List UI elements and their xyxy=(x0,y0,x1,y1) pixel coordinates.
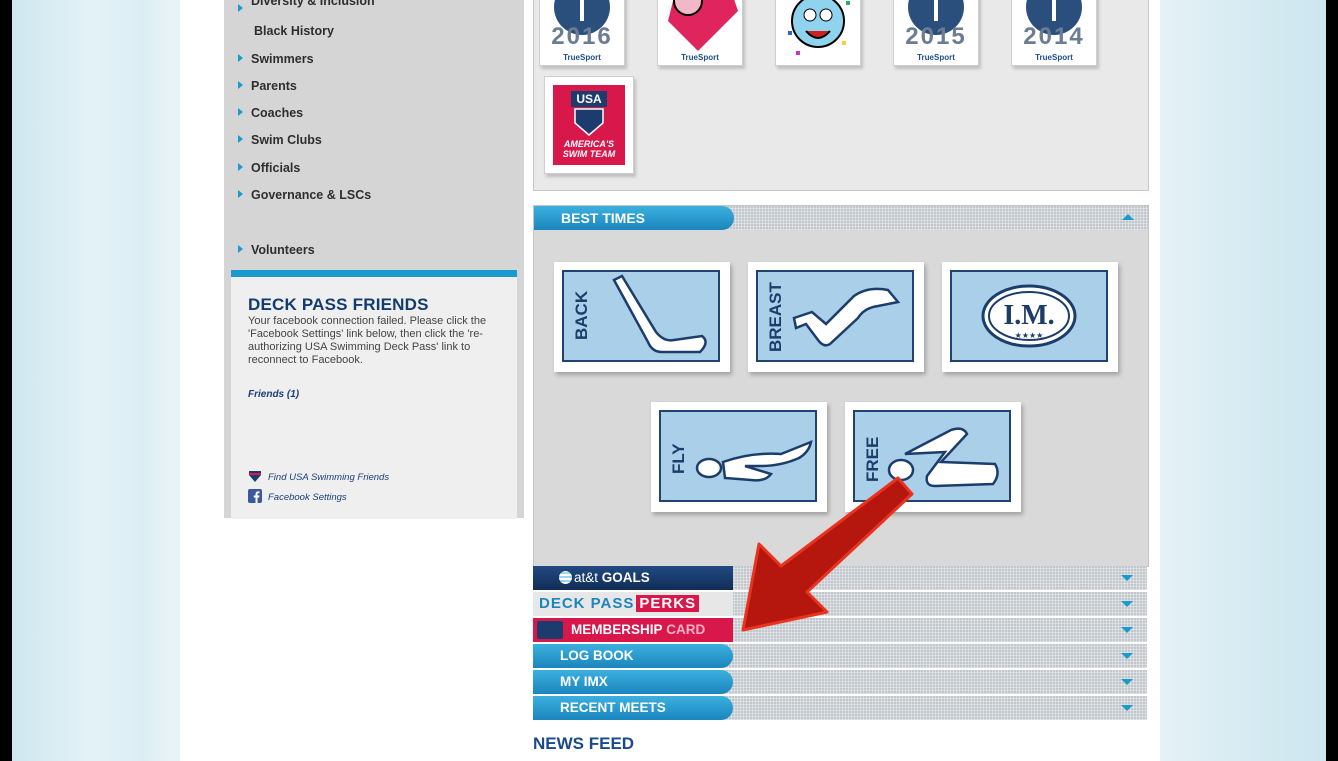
swimmer-shield-icon xyxy=(574,108,604,136)
best-times-title: BEST TIMES xyxy=(534,206,734,230)
badge-confetti-face[interactable] xyxy=(775,0,861,66)
badge-truesport-2015[interactable]: 2015 TrueSport xyxy=(893,0,979,66)
goals-label: at&t GOALS xyxy=(533,566,733,590)
screen-background: Diversity & Inclusion Black History Swim… xyxy=(12,0,1326,761)
bullet-arrow-icon xyxy=(238,190,243,198)
main-column: 2016 TrueSport TrueSport 2015 TrueSport … xyxy=(533,0,1149,761)
sidebar-item-governance[interactable]: Governance & LSCs xyxy=(238,188,371,202)
sidebar-item-label: Officials xyxy=(251,161,301,175)
att-brand: at&t xyxy=(574,570,599,585)
badge-truesport-2014[interactable]: 2014 TrueSport xyxy=(1011,0,1097,66)
sidebar-item-diversity[interactable]: Diversity & Inclusion xyxy=(238,0,375,16)
americas-swim-team-text: AMERICA'S SWIM TEAM xyxy=(562,139,616,159)
collapse-caret-icon[interactable] xyxy=(1122,214,1134,220)
perks-label: DECK PASS PERKS xyxy=(533,592,733,616)
find-friends-label: Find USA Swimming Friends xyxy=(268,472,390,483)
annotation-arrow-icon xyxy=(741,476,914,632)
expand-caret-icon[interactable] xyxy=(1121,627,1133,633)
sidebar-subitem-black-history[interactable]: Black History xyxy=(254,24,334,38)
sidebar-item-coaches[interactable]: Coaches xyxy=(238,106,303,120)
expand-caret-icon[interactable] xyxy=(1121,653,1133,659)
friends-count-link[interactable]: Friends (1) xyxy=(248,389,299,400)
sidebar-item-label: Volunteers xyxy=(251,243,315,257)
breaststroke-swimmer-icon xyxy=(792,287,901,347)
stroke-tile-back[interactable]: BACK xyxy=(554,262,730,372)
sidebar-item-label: Diversity & Inclusion xyxy=(251,0,375,8)
expand-caret-icon[interactable] xyxy=(1121,705,1133,711)
sidebar-item-label: Governance & LSCs xyxy=(251,188,372,202)
membership-text: MEMBERSHIP xyxy=(571,622,663,637)
badge-label: TrueSport xyxy=(681,53,719,62)
badge-label: TrueSport xyxy=(563,53,601,62)
stroke-tile-im[interactable]: I.M. ★★★★ xyxy=(942,262,1118,372)
badge-truesport-2016[interactable]: 2016 TrueSport xyxy=(539,0,625,66)
facebook-settings-link[interactable]: Facebook Settings xyxy=(248,489,347,503)
perks-text: PERKS xyxy=(636,595,700,612)
page-container: Diversity & Inclusion Black History Swim… xyxy=(180,0,1160,761)
accordion-recent-meets[interactable]: RECENT MEETS xyxy=(533,696,1147,722)
bullet-arrow-icon xyxy=(238,4,243,12)
my-imx-label: MY IMX xyxy=(533,670,733,694)
expand-caret-icon[interactable] xyxy=(1121,575,1133,581)
sidebar-item-parents[interactable]: Parents xyxy=(238,79,297,93)
badge-label: TrueSport xyxy=(1035,53,1073,62)
usa-swimming-shield-icon xyxy=(248,469,262,483)
deck-pass-text: DECK PASS xyxy=(539,595,635,612)
sidebar-item-swimmers[interactable]: Swimmers xyxy=(238,52,314,66)
bullet-arrow-icon xyxy=(238,163,243,171)
recent-meets-label: RECENT MEETS xyxy=(533,696,733,720)
att-globe-icon xyxy=(559,571,572,584)
stroke-tile-frame: I.M. ★★★★ xyxy=(950,270,1108,362)
facebook-error-message: Your facebook connection failed. Please … xyxy=(248,315,487,366)
sidebar-item-swim-clubs[interactable]: Swim Clubs xyxy=(238,133,322,147)
stroke-tile-frame: BACK xyxy=(562,270,720,362)
bullet-arrow-icon xyxy=(238,54,243,62)
deck-pass-friends-panel: DECK PASS FRIENDS Your facebook connecti… xyxy=(231,270,517,519)
card-text: CARD xyxy=(666,622,706,637)
membership-card-label: MEMBERSHIP CARD xyxy=(533,618,733,642)
sidebar-item-volunteers[interactable]: Volunteers xyxy=(238,243,315,257)
accordion-log-book[interactable]: LOG BOOK xyxy=(533,644,1147,670)
badge-year: 2014 xyxy=(1023,23,1085,50)
bullet-arrow-icon xyxy=(238,245,243,253)
individual-medley-icon: I.M. ★★★★ xyxy=(981,284,1077,348)
backstroke-swimmer-icon xyxy=(612,274,707,354)
stars-icon: ★★★★ xyxy=(1015,331,1044,340)
usa-logo-text: USA xyxy=(571,91,607,107)
facebook-icon xyxy=(248,489,262,503)
badge-year: 2015 xyxy=(905,23,967,50)
badge-year: 2016 xyxy=(551,23,613,50)
log-book-label: LOG BOOK xyxy=(533,644,733,668)
usa-swimming-logo: USA AMERICA'S SWIM TEAM xyxy=(553,85,625,165)
membership-card-icon xyxy=(537,621,563,639)
expand-caret-icon[interactable] xyxy=(1121,601,1133,607)
badge-label: TrueSport xyxy=(917,53,955,62)
sidebar-item-label: Swimmers xyxy=(251,52,314,66)
bullet-arrow-icon xyxy=(238,81,243,89)
news-feed-heading: NEWS FEED xyxy=(533,734,635,753)
badge-usa-swimming[interactable]: USA AMERICA'S SWIM TEAM xyxy=(544,76,634,174)
stroke-tile-frame: BREAST xyxy=(756,270,914,362)
badge-truesport-cartoon[interactable]: TrueSport xyxy=(657,0,743,66)
best-times-header[interactable]: BEST TIMES xyxy=(534,206,1148,230)
left-sidebar: Diversity & Inclusion Black History Swim… xyxy=(224,0,524,519)
bullet-arrow-icon xyxy=(238,135,243,143)
bullet-arrow-icon xyxy=(238,108,243,116)
find-friends-link[interactable]: Find USA Swimming Friends xyxy=(248,469,389,483)
sidebar-item-label: Coaches xyxy=(251,106,304,120)
accordion-my-imx[interactable]: MY IMX xyxy=(533,670,1147,696)
facebook-settings-label: Facebook Settings xyxy=(268,492,347,503)
goals-text: GOALS xyxy=(601,570,650,585)
badges-panel: 2016 TrueSport TrueSport 2015 TrueSport … xyxy=(533,0,1149,191)
stroke-tile-breast[interactable]: BREAST xyxy=(748,262,924,372)
sidebar-item-officials[interactable]: Officials xyxy=(238,161,300,175)
sidebar-item-label: Swim Clubs xyxy=(251,133,322,147)
friends-panel-title: DECK PASS FRIENDS xyxy=(248,295,429,314)
im-label: I.M. xyxy=(1003,300,1054,331)
sidebar-item-label: Parents xyxy=(251,79,297,93)
expand-caret-icon[interactable] xyxy=(1121,679,1133,685)
badge-smiley-icon xyxy=(788,0,850,55)
